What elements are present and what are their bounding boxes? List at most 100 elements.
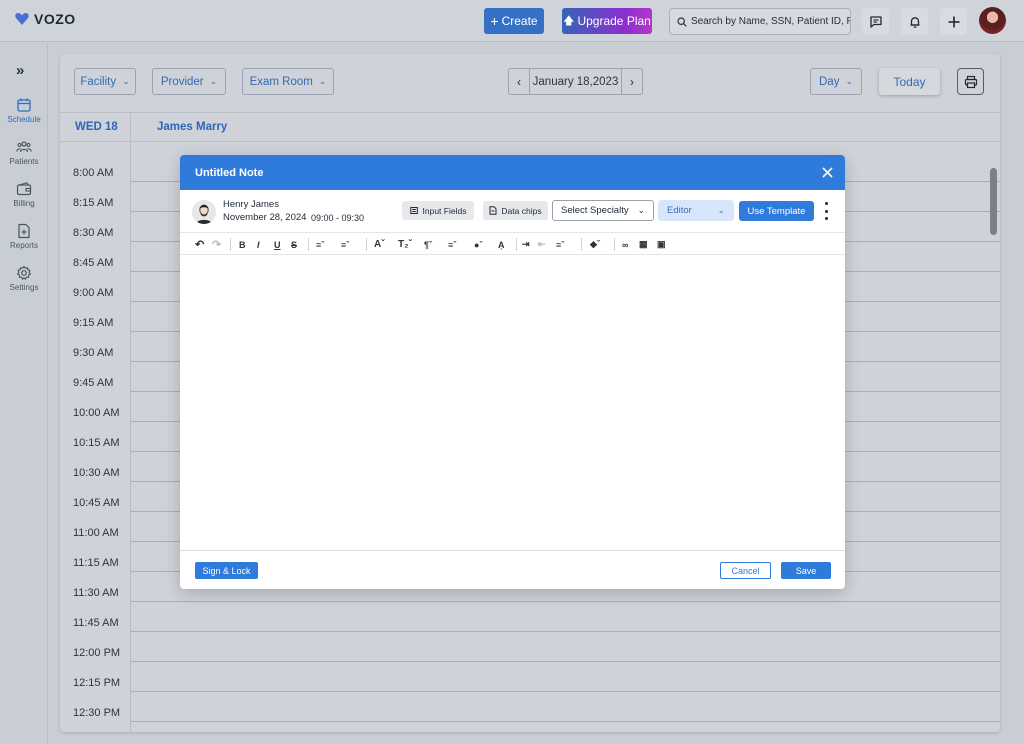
time-slot-label: 8:45 AM <box>73 257 114 269</box>
expand-sidebar-icon[interactable]: » <box>16 62 24 79</box>
notifications-button[interactable] <box>901 8 928 35</box>
day-label: WED 18 <box>75 121 118 133</box>
time-slot-row[interactable]: 12:15 PM <box>60 677 1000 707</box>
microphone-icon[interactable]: ●ˇ <box>474 238 482 251</box>
underline-icon[interactable]: U <box>274 238 281 251</box>
input-fields-label: Input Fields <box>422 205 467 216</box>
time-slot-label: 12:15 PM <box>73 677 121 689</box>
undo-icon[interactable]: ↶ <box>195 238 204 251</box>
today-button[interactable]: Today <box>879 68 940 95</box>
patient-name: Henry James <box>223 199 279 210</box>
time-slot-line <box>130 691 1000 692</box>
redo-icon[interactable]: ↷ <box>212 238 221 251</box>
sidebar-item-reports[interactable]: Reports <box>0 223 48 250</box>
add-button[interactable] <box>940 8 967 35</box>
scrollbar[interactable] <box>990 168 997 235</box>
list-icon[interactable]: ≡ˇ <box>448 238 456 251</box>
indent-icon[interactable]: ⇥ <box>522 238 530 251</box>
highlight-icon[interactable]: ◆ˇ <box>590 238 600 251</box>
search-input[interactable] <box>690 16 850 27</box>
time-slot-label: 8:00 AM <box>73 167 114 179</box>
sidebar-item-billing[interactable]: Billing <box>0 181 48 208</box>
view-selector[interactable]: Day ⌄ <box>810 68 862 95</box>
exam-room-filter-label: Exam Room <box>249 75 313 88</box>
facility-filter-label: Facility <box>80 75 117 88</box>
wallet-icon <box>16 182 32 196</box>
bold-icon[interactable]: B <box>239 238 246 251</box>
data-chips-label: Data chips <box>501 205 542 216</box>
printer-icon <box>964 75 977 88</box>
facility-filter[interactable]: Facility ⌄ <box>74 68 136 95</box>
outdent-icon[interactable]: ⇤ <box>538 238 546 251</box>
prev-day-button[interactable]: ‹ <box>509 69 529 94</box>
create-button[interactable]: + Create <box>484 8 544 34</box>
day-header: WED 18 James Marry <box>60 112 1000 142</box>
specialty-select-value: Select Specialty <box>561 205 629 216</box>
save-button[interactable]: Save <box>781 562 831 579</box>
time-slot-label: 9:45 AM <box>73 377 114 389</box>
toolbar-separator <box>581 238 582 251</box>
sidebar-item-schedule[interactable]: Schedule <box>0 97 48 124</box>
chevron-down-icon: ⌄ <box>717 205 725 215</box>
time-slot-row[interactable]: 12:30 PM <box>60 707 1000 732</box>
font-color-icon[interactable]: Aˇ <box>374 238 385 251</box>
time-slot-row[interactable]: 11:30 AM <box>60 587 1000 617</box>
close-button[interactable] <box>819 164 835 180</box>
table-icon[interactable]: ▦ <box>639 238 648 251</box>
align-center-icon[interactable]: ≡ˇ <box>341 238 349 251</box>
toolbar-separator <box>230 238 231 251</box>
search-icon <box>677 16 687 27</box>
document-icon <box>489 206 497 215</box>
time-slot-row[interactable]: 12:00 PM <box>60 647 1000 677</box>
app-logo[interactable]: VOZO <box>14 11 76 27</box>
time-slot-label: 8:30 AM <box>73 227 114 239</box>
calendar-icon <box>17 98 31 112</box>
provider-column-header: James Marry <box>157 121 228 133</box>
time-slot-label: 9:00 AM <box>73 287 114 299</box>
editor-mode-select[interactable]: Editor ⌄ <box>658 200 734 221</box>
time-slot-label: 10:15 AM <box>73 437 120 449</box>
strikethrough-icon[interactable]: S <box>291 238 297 251</box>
sidebar-item-settings[interactable]: Settings <box>0 265 48 292</box>
next-day-button[interactable]: › <box>622 69 642 94</box>
link-icon[interactable]: ∞ <box>622 238 628 251</box>
upgrade-plan-button[interactable]: 🡅 Upgrade Plan <box>562 8 652 34</box>
input-fields-button[interactable]: Input Fields <box>402 201 474 220</box>
appointment-time: 09:00 - 09:30 <box>311 213 365 223</box>
heart-logo-icon <box>15 13 29 25</box>
plus-icon: + <box>490 13 499 29</box>
note-editor-area[interactable] <box>180 255 845 551</box>
use-template-button[interactable]: Use Template <box>739 201 814 221</box>
time-slot-line <box>130 721 1000 722</box>
paragraph-icon[interactable]: ¶ˇ <box>424 238 432 251</box>
chevron-down-icon: ⌄ <box>318 76 327 86</box>
sidebar-item-label: Reports <box>9 241 38 250</box>
spell-check-icon[interactable]: Ạ <box>498 238 505 251</box>
upgrade-label: Upgrade Plan <box>577 14 651 28</box>
messages-button[interactable] <box>862 8 889 35</box>
chevron-down-icon: ⌄ <box>209 76 218 86</box>
people-icon <box>16 141 32 153</box>
provider-filter[interactable]: Provider ⌄ <box>152 68 226 95</box>
app-name: VOZO <box>34 11 76 27</box>
user-avatar[interactable] <box>979 7 1006 34</box>
image-icon[interactable]: ▣ <box>657 238 666 251</box>
modal-header: Untitled Note <box>180 155 845 190</box>
specialty-select[interactable]: Select Specialty ⌄ <box>552 200 654 221</box>
form-icon <box>409 207 418 214</box>
time-slot-row[interactable]: 11:45 AM <box>60 617 1000 647</box>
search-box[interactable] <box>669 8 851 35</box>
more-options-icon[interactable] <box>822 202 830 220</box>
sidebar-item-patients[interactable]: Patients <box>0 139 48 166</box>
cancel-button[interactable]: Cancel <box>720 562 771 579</box>
text-size-icon[interactable]: T₂ˇ <box>398 238 412 251</box>
data-chips-button[interactable]: Data chips <box>483 201 548 220</box>
italic-icon[interactable]: I <box>257 238 260 251</box>
sidebar-item-label: Schedule <box>7 115 41 124</box>
exam-room-filter[interactable]: Exam Room ⌄ <box>242 68 334 95</box>
line-spacing-icon[interactable]: ≡ˇ <box>556 238 564 251</box>
print-button[interactable] <box>957 68 984 95</box>
align-left-icon[interactable]: ≡ˇ <box>316 238 324 251</box>
bell-icon <box>910 16 919 28</box>
sign-lock-button[interactable]: Sign & Lock <box>195 562 258 579</box>
